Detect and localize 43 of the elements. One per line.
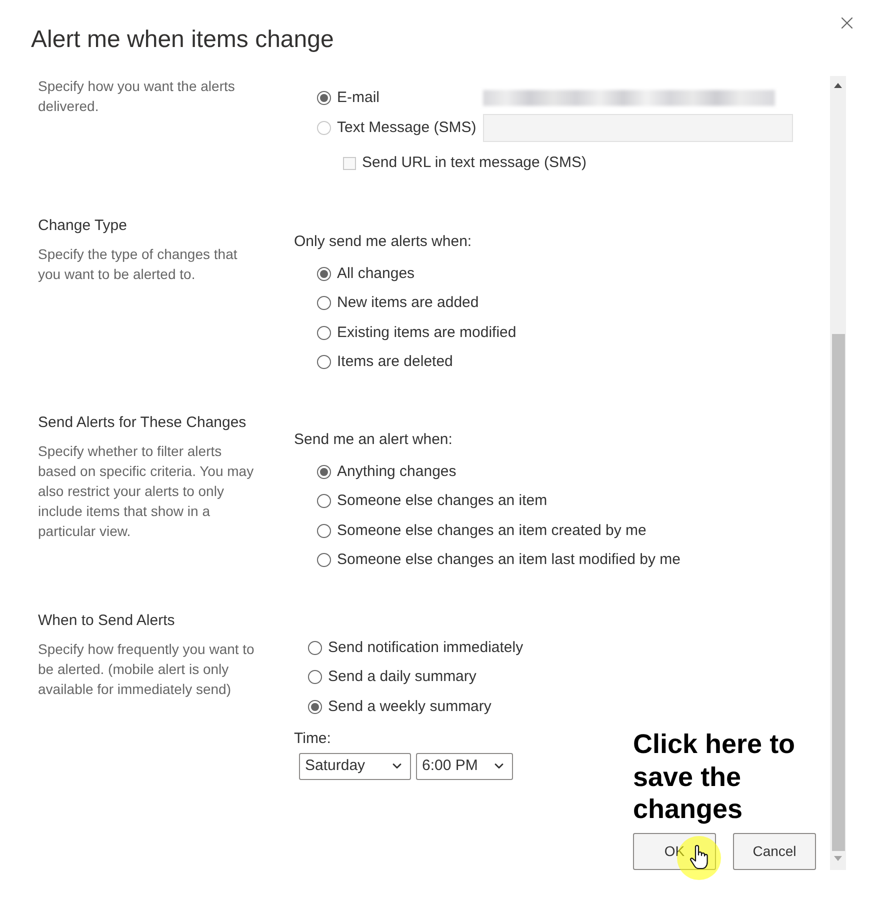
radio-label[interactable]: Send notification immediately <box>328 636 524 659</box>
radio-button[interactable] <box>317 91 331 105</box>
radio-button[interactable] <box>308 640 322 655</box>
annotation-text: Click here to save the changes <box>633 728 796 826</box>
radio-label[interactable]: Items are deleted <box>337 351 453 374</box>
radio-button[interactable] <box>317 355 331 370</box>
time-label: Time: <box>294 728 332 748</box>
radio-label[interactable]: Someone else changes an item last modified by me <box>337 549 681 572</box>
radio-label[interactable]: Send a daily summary <box>328 666 476 688</box>
dropdown-select[interactable]: 6:00 PM <box>416 752 513 780</box>
radio-label[interactable]: E-mail <box>337 86 380 110</box>
radio-button[interactable] <box>317 464 331 479</box>
radio-button[interactable] <box>308 700 322 714</box>
radio-button[interactable] <box>317 553 331 568</box>
dropdown-select[interactable]: Saturday <box>299 752 411 780</box>
radio-label[interactable]: Anything changes <box>337 460 456 483</box>
hand-cursor-icon <box>689 844 709 870</box>
options-prompt: Only send me alerts when: <box>294 232 473 252</box>
radio-label[interactable]: Existing items are modified <box>337 322 516 344</box>
radio-label[interactable]: All changes <box>337 262 415 285</box>
dialog-button[interactable]: Cancel <box>733 833 816 870</box>
section-heading: Change Type <box>38 216 128 236</box>
radio-button[interactable] <box>308 670 322 684</box>
section-description: Specify how frequently you want to be alerted. (mobile alert is only available for immediately send) <box>38 640 256 699</box>
radio-label[interactable]: Someone else changes an item created by me <box>337 520 646 542</box>
section-description: Specify whether to filter alerts based on specific criteria. You may also restrict your alerts to only include items that show in a particular view. <box>38 442 255 541</box>
radio-button[interactable] <box>317 524 331 538</box>
section-description: Specify how you want the alerts delivered. <box>38 77 236 116</box>
radio-label[interactable]: New items are added <box>337 292 479 314</box>
scrollbar-thumb[interactable] <box>832 334 844 851</box>
dialog-title: Alert me when items change <box>31 25 334 55</box>
radio-label[interactable]: Someone else changes an item <box>337 490 548 512</box>
options-prompt: Send me an alert when: <box>294 430 454 450</box>
radio-button[interactable] <box>317 266 331 281</box>
section-description: Specify the type of changes that you want to be alerted to. <box>38 245 238 284</box>
radio-button[interactable] <box>317 326 331 340</box>
radio-button[interactable] <box>317 296 331 310</box>
radio-button[interactable] <box>317 494 331 508</box>
section-heading: When to Send Alerts <box>38 611 176 631</box>
radio-label[interactable]: Send a weekly summary <box>328 696 492 718</box>
phone-number-field[interactable] <box>483 114 793 142</box>
scroll-up-arrow-icon[interactable] <box>834 83 842 88</box>
section-heading: Send Alerts for These Changes <box>38 413 248 433</box>
